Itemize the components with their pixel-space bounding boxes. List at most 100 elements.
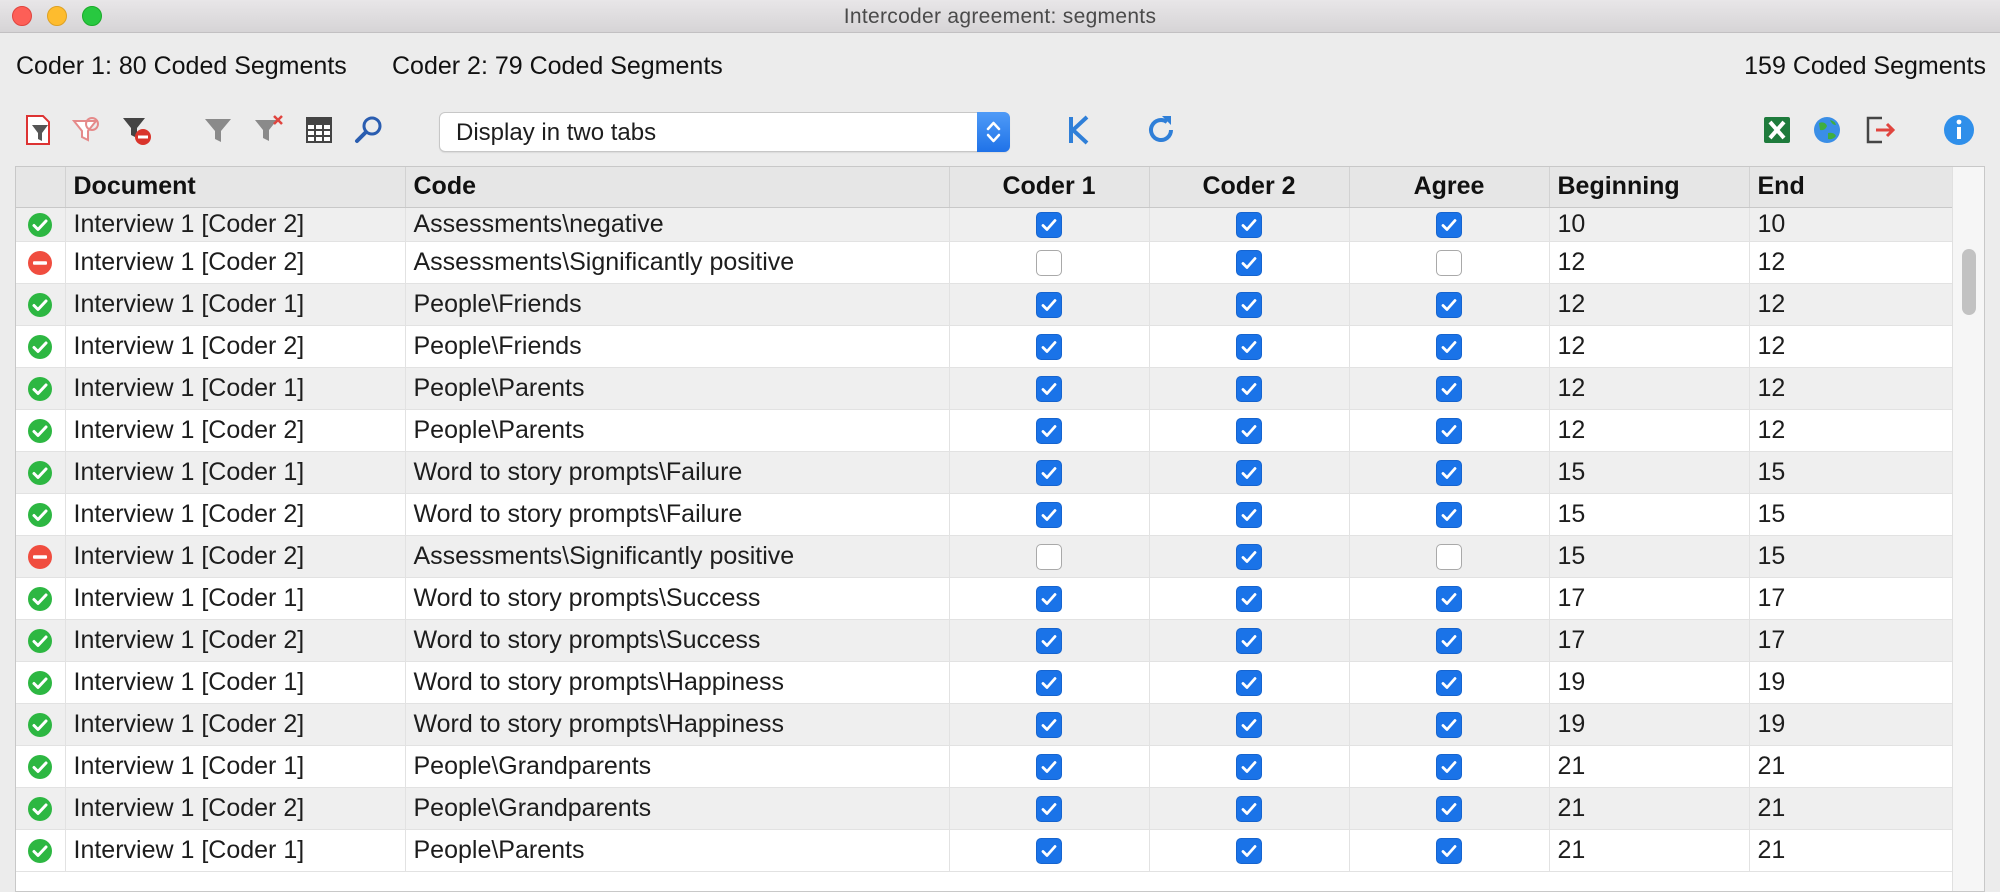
- table-row[interactable]: Interview 1 [Coder 1] People\Grandparents…: [16, 745, 1953, 788]
- code-cell[interactable]: People\Grandparents: [405, 745, 950, 788]
- code-cell[interactable]: People\Grandparents: [405, 787, 950, 830]
- table-row[interactable]: Interview 1 [Coder 2] Assessments\negativ…: [16, 207, 1953, 242]
- coder2-checkbox[interactable]: [1236, 291, 1262, 318]
- clear-filter-icon[interactable]: [252, 113, 286, 147]
- code-cell[interactable]: Word to story prompts\Failure: [405, 451, 950, 494]
- agree-checkbox[interactable]: [1436, 249, 1462, 276]
- code-cell[interactable]: People\Friends: [405, 325, 950, 368]
- table-row[interactable]: Interview 1 [Coder 1] Word to story promp…: [16, 451, 1953, 494]
- coder2-checkbox[interactable]: [1236, 837, 1262, 864]
- coder2-checkbox[interactable]: [1236, 211, 1262, 238]
- table-row[interactable]: Interview 1 [Coder 2] Assessments\Signifi…: [16, 241, 1953, 284]
- coder1-checkbox[interactable]: [1036, 417, 1062, 444]
- coder2-checkbox[interactable]: [1236, 795, 1262, 822]
- document-cell[interactable]: Interview 1 [Coder 2]: [65, 703, 406, 746]
- search-icon[interactable]: [352, 113, 386, 147]
- code-cell[interactable]: Word to story prompts\Happiness: [405, 703, 950, 746]
- coder2-checkbox[interactable]: [1236, 333, 1262, 360]
- coder2-column-header[interactable]: Coder 2: [1149, 167, 1350, 208]
- table-row[interactable]: Interview 1 [Coder 2] Assessments\Signifi…: [16, 535, 1953, 578]
- coder1-checkbox[interactable]: [1036, 711, 1062, 738]
- coder1-checkbox[interactable]: [1036, 837, 1062, 864]
- table-row[interactable]: Interview 1 [Coder 1] People\Parents 12 12: [16, 367, 1953, 410]
- agree-checkbox[interactable]: [1436, 211, 1462, 238]
- coder2-checkbox[interactable]: [1236, 753, 1262, 780]
- web-export-icon[interactable]: [1810, 113, 1844, 147]
- table-row[interactable]: Interview 1 [Coder 2] People\Grandparents…: [16, 787, 1953, 830]
- table-row[interactable]: Interview 1 [Coder 2] Word to story promp…: [16, 619, 1953, 662]
- agree-checkbox[interactable]: [1436, 669, 1462, 696]
- coder1-checkbox[interactable]: [1036, 543, 1062, 570]
- filter-coded-icon[interactable]: [70, 113, 104, 147]
- coder2-checkbox[interactable]: [1236, 249, 1262, 276]
- coder1-checkbox[interactable]: [1036, 375, 1062, 402]
- end-column-header[interactable]: End: [1749, 167, 1953, 208]
- table-row[interactable]: Interview 1 [Coder 1] People\Friends 12 12: [16, 283, 1953, 326]
- code-cell[interactable]: Word to story prompts\Success: [405, 619, 950, 662]
- columns-icon[interactable]: [302, 113, 336, 147]
- table-row[interactable]: Interview 1 [Coder 2] People\Parents 12 12: [16, 409, 1953, 452]
- document-cell[interactable]: Interview 1 [Coder 2]: [65, 409, 406, 452]
- agree-checkbox[interactable]: [1436, 417, 1462, 444]
- agree-column-header[interactable]: Agree: [1349, 167, 1550, 208]
- export-icon[interactable]: [1862, 113, 1896, 147]
- agree-checkbox[interactable]: [1436, 837, 1462, 864]
- coder2-checkbox[interactable]: [1236, 669, 1262, 696]
- document-cell[interactable]: Interview 1 [Coder 1]: [65, 829, 406, 872]
- code-cell[interactable]: Word to story prompts\Success: [405, 577, 950, 620]
- agree-checkbox[interactable]: [1436, 459, 1462, 486]
- table-row[interactable]: Interview 1 [Coder 2] Word to story promp…: [16, 703, 1953, 746]
- coder1-column-header[interactable]: Coder 1: [949, 167, 1150, 208]
- coder2-checkbox[interactable]: [1236, 375, 1262, 402]
- code-cell[interactable]: Assessments\negative: [405, 207, 950, 242]
- agree-checkbox[interactable]: [1436, 711, 1462, 738]
- code-column-header[interactable]: Code: [405, 167, 950, 208]
- coder2-checkbox[interactable]: [1236, 459, 1262, 486]
- table-row[interactable]: Interview 1 [Coder 1] Word to story promp…: [16, 577, 1953, 620]
- coder1-checkbox[interactable]: [1036, 291, 1062, 318]
- document-cell[interactable]: Interview 1 [Coder 2]: [65, 535, 406, 578]
- kappa-icon[interactable]: [1062, 113, 1096, 147]
- document-cell[interactable]: Interview 1 [Coder 2]: [65, 325, 406, 368]
- coder2-checkbox[interactable]: [1236, 543, 1262, 570]
- document-cell[interactable]: Interview 1 [Coder 2]: [65, 787, 406, 830]
- code-cell[interactable]: Word to story prompts\Failure: [405, 493, 950, 536]
- document-cell[interactable]: Interview 1 [Coder 1]: [65, 367, 406, 410]
- activate-filter-icon[interactable]: [22, 113, 56, 147]
- document-cell[interactable]: Interview 1 [Coder 1]: [65, 283, 406, 326]
- vertical-scrollbar[interactable]: [1952, 167, 1984, 891]
- code-cell[interactable]: People\Friends: [405, 283, 950, 326]
- status-column-header[interactable]: [16, 167, 66, 208]
- agree-checkbox[interactable]: [1436, 543, 1462, 570]
- code-cell[interactable]: People\Parents: [405, 367, 950, 410]
- agree-checkbox[interactable]: [1436, 501, 1462, 528]
- coder1-checkbox[interactable]: [1036, 249, 1062, 276]
- document-column-header[interactable]: Document: [65, 167, 406, 208]
- agree-checkbox[interactable]: [1436, 753, 1462, 780]
- coder2-checkbox[interactable]: [1236, 417, 1262, 444]
- document-cell[interactable]: Interview 1 [Coder 1]: [65, 451, 406, 494]
- agree-checkbox[interactable]: [1436, 627, 1462, 654]
- refresh-icon[interactable]: [1144, 113, 1178, 147]
- coder2-checkbox[interactable]: [1236, 711, 1262, 738]
- coder1-checkbox[interactable]: [1036, 459, 1062, 486]
- document-cell[interactable]: Interview 1 [Coder 1]: [65, 661, 406, 704]
- code-cell[interactable]: Word to story prompts\Happiness: [405, 661, 950, 704]
- agree-checkbox[interactable]: [1436, 291, 1462, 318]
- agree-checkbox[interactable]: [1436, 375, 1462, 402]
- code-cell[interactable]: People\Parents: [405, 829, 950, 872]
- document-cell[interactable]: Interview 1 [Coder 2]: [65, 207, 406, 242]
- beginning-column-header[interactable]: Beginning: [1549, 167, 1750, 208]
- coder1-checkbox[interactable]: [1036, 501, 1062, 528]
- table-row[interactable]: Interview 1 [Coder 2] People\Friends 12 12: [16, 325, 1953, 368]
- table-row[interactable]: Interview 1 [Coder 2] Word to story promp…: [16, 493, 1953, 536]
- coder1-checkbox[interactable]: [1036, 585, 1062, 612]
- code-cell[interactable]: Assessments\Significantly positive: [405, 241, 950, 284]
- coder1-checkbox[interactable]: [1036, 795, 1062, 822]
- table-row[interactable]: Interview 1 [Coder 1] People\Parents 21 21: [16, 829, 1953, 872]
- info-icon[interactable]: [1942, 113, 1976, 147]
- document-cell[interactable]: Interview 1 [Coder 1]: [65, 577, 406, 620]
- filter-icon[interactable]: [201, 113, 235, 147]
- coder1-checkbox[interactable]: [1036, 211, 1062, 238]
- coder2-checkbox[interactable]: [1236, 585, 1262, 612]
